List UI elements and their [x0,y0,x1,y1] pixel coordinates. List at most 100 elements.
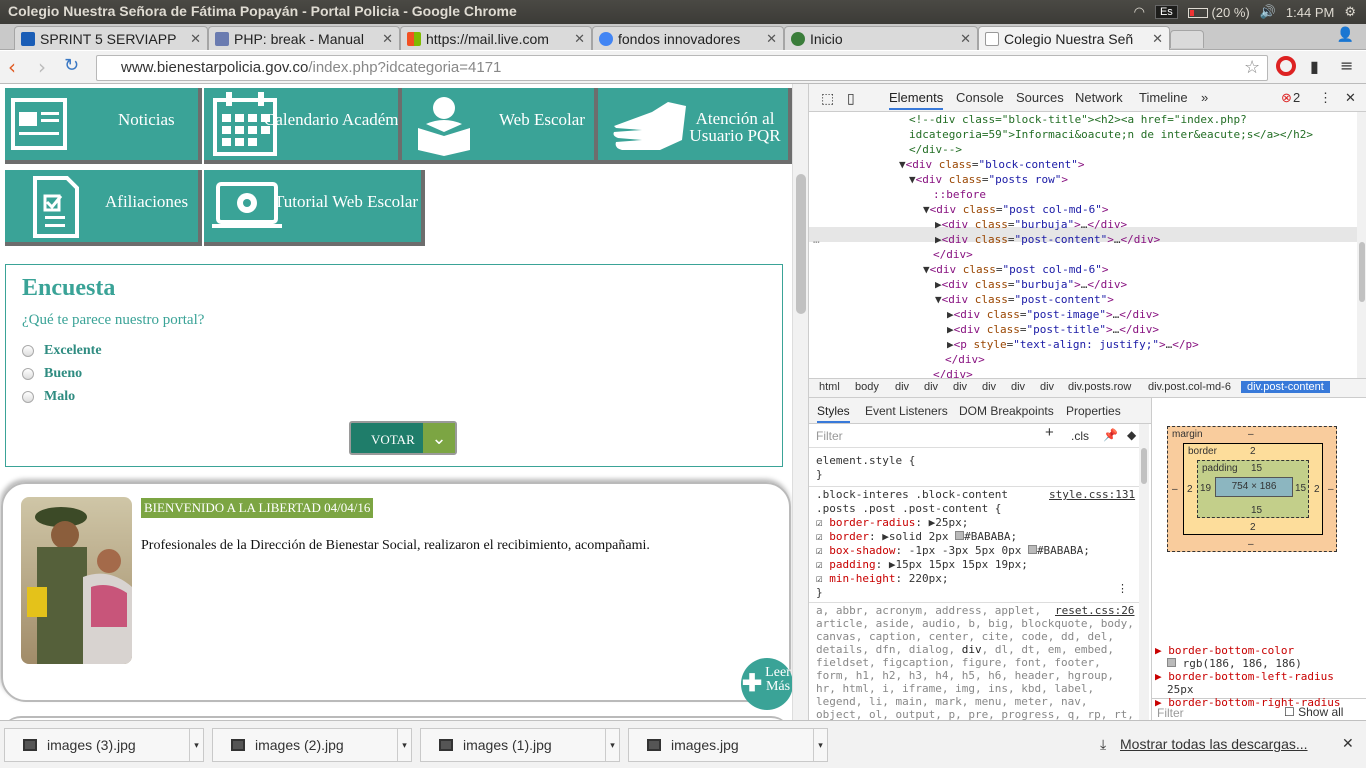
tile-calendario[interactable]: Calendario Académico [204,88,402,164]
breadcrumb-item[interactable]: div.posts.row [1068,381,1131,393]
download-item[interactable]: images (2).jpg ▾ [212,728,412,762]
opera-extension-icon[interactable] [1276,56,1296,76]
more-tabs-icon[interactable]: » [1201,90,1208,105]
close-devtools-icon[interactable]: ✕ [1345,90,1356,106]
scrollbar-thumb[interactable] [1141,448,1147,484]
dom-node-selected[interactable]: ▶<div class="post-content">…</div> [935,232,1160,247]
browser-tab[interactable]: fondos innovadores ✕ [592,26,784,50]
breadcrumb-item[interactable]: div.post.col-md-6 [1148,381,1231,393]
box-content-size[interactable]: 754 × 186 [1215,477,1293,497]
extension-icon[interactable]: ▮ [1310,57,1319,76]
scrollbar-thumb[interactable] [1359,242,1365,302]
close-tab-icon[interactable]: ✕ [960,31,971,47]
dom-node[interactable]: ▼<div class="post col-md-6"> [923,262,1108,277]
error-count[interactable]: 2 [1293,90,1300,105]
dom-node-close[interactable]: </div> [945,352,985,367]
back-icon[interactable]: ‹ [8,55,16,79]
clock[interactable]: 1:44 PM [1286,5,1334,20]
tab-properties[interactable]: Properties [1066,404,1121,418]
download-item[interactable]: images (1).jpg ▾ [420,728,620,762]
dom-comment-line[interactable]: <!--div class="block-title"><h2><a href=… [909,112,1247,127]
download-item[interactable]: images (3).jpg ▾ [4,728,204,762]
rule-source-link[interactable]: reset.css:26 [1055,604,1135,618]
browser-tab[interactable]: https://mail.live.com ✕ [400,26,592,50]
post-image[interactable] [21,497,132,664]
tab-network[interactable]: Network [1075,90,1123,105]
breadcrumb-item[interactable]: div [1040,381,1054,393]
breadcrumb-item[interactable]: div [1011,381,1025,393]
dom-node[interactable]: ▼<div class="posts row"> [909,172,1068,187]
box-margin[interactable]: margin – – – – border 2 2 2 2 padding 15… [1167,426,1337,552]
tab-timeline[interactable]: Timeline [1139,90,1188,105]
inspect-element-icon[interactable]: ⬚ [821,90,834,107]
close-tab-icon[interactable]: ✕ [382,31,393,47]
download-menu-icon[interactable]: ▾ [189,729,203,761]
radio-button[interactable] [22,345,34,357]
css-property[interactable]: ☑ border-radius: ▶25px; [816,516,968,530]
dom-node[interactable]: ▶<div class="post-title">…</div> [947,322,1159,337]
download-menu-icon[interactable]: ▾ [813,729,827,761]
dom-node[interactable]: ▶<p style="text-align: justify;">…</p> [947,337,1199,352]
browser-tab[interactable]: PHP: break - Manual ✕ [208,26,400,50]
dom-node[interactable]: ▶<div class="post-image">…</div> [947,307,1159,322]
tile-tutorial-web-escolar[interactable]: Tutorial Web Escolar [204,170,425,246]
error-icon[interactable]: ⊗ [1281,90,1292,106]
tab-dom-breakpoints[interactable]: DOM Breakpoints [959,404,1054,418]
reload-icon[interactable]: ↻ [64,55,79,76]
dom-node[interactable]: ▶<div class="burbuja">…</div> [935,277,1127,292]
css-property[interactable]: ☑ min-height: 220px; [816,572,948,586]
dom-node[interactable]: ▼<div class="block-content"> [899,157,1084,172]
forward-icon[interactable]: › [38,55,46,79]
styles-filter-input[interactable]: Filter [816,429,843,443]
download-menu-icon[interactable]: ▾ [397,729,411,761]
close-tab-icon[interactable]: ✕ [1152,31,1163,47]
tab-elements[interactable]: Elements [889,90,944,110]
breadcrumb-item[interactable]: div [924,381,938,393]
dom-scrollbar[interactable] [1357,112,1366,378]
dom-node-close[interactable]: </div> [933,367,973,378]
breadcrumb-item-active[interactable]: div.post-content [1241,381,1330,393]
read-more-button[interactable]: ✚ Leer Más [741,658,793,710]
show-all-downloads-link[interactable]: Mostrar todas las descargas... [1120,736,1308,752]
vote-button[interactable]: VOTAR ⌄ [349,421,457,455]
cls-toggle[interactable]: .cls [1071,429,1089,443]
styles-scrollbar[interactable] [1139,424,1149,720]
wifi-icon[interactable]: ◠ [1134,4,1145,20]
page-scrollbar[interactable] [792,84,808,720]
dom-comment-line[interactable]: </div--> [909,142,962,157]
settings-gear-icon[interactable]: ⚙ [1344,4,1356,20]
tile-atencion-usuario[interactable]: Atención al Usuario PQR [598,88,792,164]
profile-icon[interactable]: 👤 [1337,27,1354,43]
dom-node[interactable]: ▼<div class="post-content"> [935,292,1114,307]
tile-noticias[interactable]: Noticias [5,88,202,164]
menu-icon[interactable]: ≡ [1340,56,1353,75]
battery-indicator[interactable]: (20 %) [1187,5,1250,20]
close-tab-icon[interactable]: ✕ [190,31,201,47]
download-menu-icon[interactable]: ▾ [605,729,619,761]
dom-node-close[interactable]: </div> [933,247,973,262]
survey-option-malo[interactable]: Malo [22,389,75,405]
breadcrumb-item[interactable]: div [982,381,996,393]
radio-button[interactable] [22,368,34,380]
keyboard-language[interactable]: Es [1154,5,1178,19]
breadcrumb-item[interactable]: div [953,381,967,393]
more-icon[interactable]: … [813,232,820,247]
dom-comment-line[interactable]: idcategoria=59">Informaci&oacute;n de in… [909,127,1313,142]
box-border[interactable]: border 2 2 2 2 padding 15 19 15 15 754 ×… [1183,443,1323,535]
computed-prop[interactable]: ▶ border-bottom-right-radius [1155,696,1355,709]
volume-icon[interactable]: 🔊 [1260,4,1276,20]
rule-reset-selectors[interactable]: a, abbr, acronym, address, applet, articl… [816,604,1134,720]
browser-tab[interactable]: Inicio ✕ [784,26,978,50]
box-padding[interactable]: padding 15 19 15 15 754 × 186 [1197,460,1309,518]
css-property[interactable]: ☑ padding: ▶15px 15px 15px 19px; [816,558,1028,572]
device-mode-icon[interactable]: ▯ [847,90,855,107]
close-tab-icon[interactable]: ✕ [574,31,585,47]
breadcrumb-item[interactable]: div [895,381,909,393]
close-shelf-icon[interactable]: ✕ [1342,735,1354,752]
pin-icon[interactable]: 📌 [1103,428,1118,442]
radio-button[interactable] [22,391,34,403]
dom-pseudo[interactable]: ::before [933,187,986,202]
browser-tab-active[interactable]: Colegio Nuestra Señ ✕ [978,26,1170,50]
survey-option-excelente[interactable]: Excelente [22,343,102,359]
more-options-icon[interactable]: ⋮ [1117,582,1128,596]
